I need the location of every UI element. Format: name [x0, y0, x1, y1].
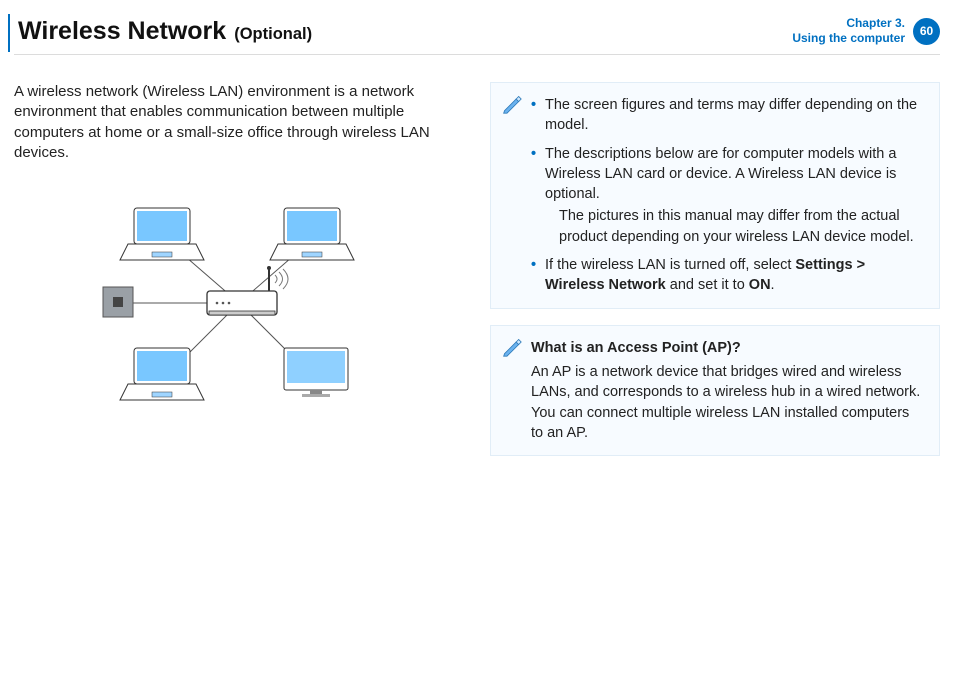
- note-subtext: The pictures in this manual may differ f…: [559, 208, 914, 244]
- note-text: The screen figures and terms may differ …: [545, 97, 917, 133]
- ap-box: What is an Access Point (AP)? An AP is a…: [490, 325, 940, 456]
- header-divider: [14, 54, 940, 55]
- note-text: and set it to: [666, 277, 749, 293]
- laptop-icon: [120, 208, 204, 260]
- page-number: 60: [920, 24, 933, 38]
- chapter-line-1: Chapter 3.: [792, 16, 905, 31]
- note-icon: [502, 94, 522, 114]
- network-diagram-icon: [79, 183, 399, 413]
- notes-list: The screen figures and terms may differ …: [531, 95, 925, 296]
- laptop-icon: [120, 348, 204, 400]
- chapter-text: Chapter 3. Using the computer: [792, 16, 905, 46]
- list-item: If the wireless LAN is turned off, selec…: [531, 255, 925, 296]
- right-column: The screen figures and terms may differ …: [490, 82, 940, 661]
- laptop-icon: [270, 208, 354, 260]
- page-header: Wireless Network (Optional) Chapter 3. U…: [18, 9, 940, 53]
- list-item: The descriptions below are for computer …: [531, 144, 925, 247]
- chapter-line-2: Using the computer: [792, 31, 905, 46]
- page-title: Wireless Network: [18, 17, 226, 46]
- note-text: The descriptions below are for computer …: [545, 146, 896, 203]
- page-title-note: (Optional): [234, 25, 312, 44]
- ap-body: An AP is a network device that bridges w…: [531, 362, 925, 443]
- columns: A wireless network (Wireless LAN) enviro…: [14, 82, 940, 661]
- note-text: If the wireless LAN is turned off, selec…: [545, 257, 795, 273]
- intro-paragraph: A wireless network (Wireless LAN) enviro…: [14, 82, 464, 163]
- chapter-block: Chapter 3. Using the computer 60: [792, 16, 940, 46]
- title-accent-rule: [8, 14, 10, 52]
- note-text: .: [771, 277, 775, 293]
- network-figure-wrap: [14, 183, 464, 413]
- note-bold: ON: [749, 277, 771, 293]
- title-block: Wireless Network (Optional): [18, 17, 312, 46]
- notes-box: The screen figures and terms may differ …: [490, 82, 940, 309]
- document-page: Wireless Network (Optional) Chapter 3. U…: [0, 0, 954, 677]
- left-column: A wireless network (Wireless LAN) enviro…: [14, 82, 464, 661]
- page-number-badge: 60: [913, 18, 940, 45]
- wall-port-icon: [103, 287, 133, 317]
- ap-title: What is an Access Point (AP)?: [531, 338, 925, 358]
- router-icon: [207, 266, 288, 315]
- monitor-icon: [284, 348, 348, 397]
- note-icon: [502, 337, 522, 357]
- list-item: The screen figures and terms may differ …: [531, 95, 925, 136]
